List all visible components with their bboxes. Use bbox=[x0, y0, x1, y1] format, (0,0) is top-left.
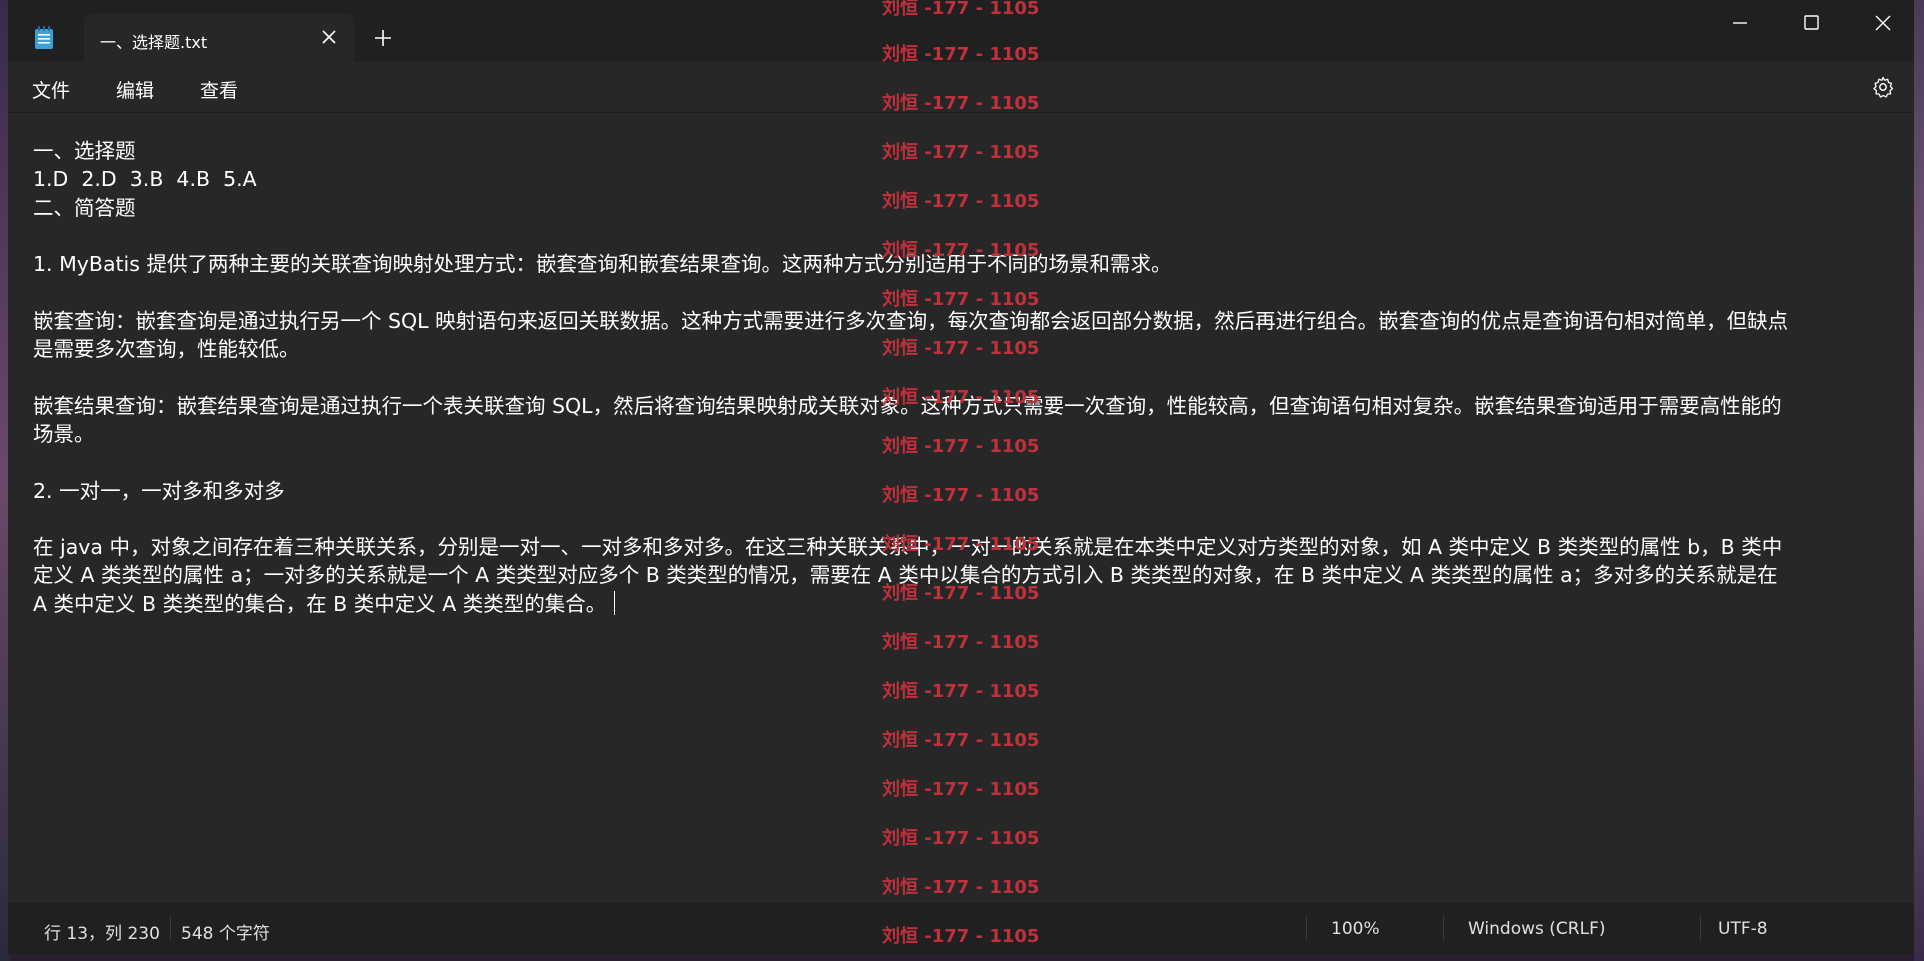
document-line: 嵌套查询：嵌套查询是通过执行另一个 SQL 映射语句来返回关联数据。这种方式需要… bbox=[33, 308, 1789, 333]
document-line: 1. MyBatis 提供了两种主要的关联查询映射处理方式：嵌套查询和嵌套结果查… bbox=[33, 252, 1172, 277]
document-line: 是需要多次查询，性能较低。 bbox=[33, 337, 300, 362]
tab-title: 一、选择题.txt bbox=[100, 33, 208, 52]
document-line: 一、选择题 bbox=[33, 139, 136, 163]
notepad-icon bbox=[35, 26, 53, 49]
text-editor[interactable]: 一、选择题 1.D 2.D 3.B 4.B 5.A 二、简答题 1. MyBat… bbox=[8, 113, 1914, 903]
minimize-icon[interactable] bbox=[1720, 10, 1760, 36]
menu-edit[interactable]: 编辑 bbox=[112, 74, 158, 105]
desktop-background-right bbox=[1914, 0, 1924, 961]
document-line: 定义 A 类类型的属性 a；一对多的关系就是一个 A 类类型对应多个 B 类类型… bbox=[33, 563, 1778, 588]
document-line: 场景。 bbox=[33, 421, 95, 446]
status-separator bbox=[1700, 915, 1701, 941]
status-bar: 行 13，列 230 548 个字符 100% Windows (CRLF) U… bbox=[8, 903, 1914, 954]
document-line: A 类中定义 B 类类型的集合，在 B 类中定义 A 类类型的集合。 bbox=[33, 591, 607, 616]
title-bar[interactable]: 一、选择题.txt bbox=[8, 0, 1914, 62]
text-caret bbox=[614, 590, 616, 615]
zoom-level[interactable]: 100% bbox=[1331, 919, 1380, 939]
cursor-position: 行 13，列 230 bbox=[44, 924, 160, 944]
gear-icon[interactable] bbox=[1871, 75, 1895, 99]
close-icon[interactable] bbox=[318, 26, 340, 48]
close-window-icon[interactable] bbox=[1863, 10, 1903, 36]
document-line: 二、简答题 bbox=[33, 195, 136, 220]
menu-view[interactable]: 查看 bbox=[196, 74, 242, 105]
document-line: 1.D 2.D 3.B 4.B 5.A bbox=[33, 167, 257, 192]
document-line: 2. 一对一，一对多和多对多 bbox=[33, 478, 285, 503]
status-separator bbox=[170, 915, 171, 941]
document-line: 嵌套结果查询：嵌套结果查询是通过执行一个表关联查询 SQL，然后将查询结果映射成… bbox=[33, 393, 1782, 418]
encoding[interactable]: UTF-8 bbox=[1718, 919, 1768, 939]
tab-document[interactable]: 一、选择题.txt bbox=[84, 14, 354, 62]
status-separator bbox=[1306, 915, 1307, 941]
character-count: 548 个字符 bbox=[181, 924, 270, 944]
menu-bar: 文件 编辑 查看 bbox=[8, 62, 1914, 112]
document-content[interactable]: 一、选择题 1.D 2.D 3.B 4.B 5.A 二、简答题 1. MyBat… bbox=[33, 137, 1908, 618]
status-separator bbox=[1443, 915, 1444, 941]
document-line: 在 java 中，对象之间存在着三种关联关系，分别是一对一、一对多和多对多。在这… bbox=[33, 535, 1783, 560]
document-last-line: A 类中定义 B 类类型的集合，在 B 类中定义 A 类类型的集合。 bbox=[33, 590, 1908, 618]
notepad-window: 一、选择题.txt 文件 编辑 查看 一、选择题 1.D 2.D 3.B 4.B… bbox=[8, 0, 1914, 954]
maximize-icon[interactable] bbox=[1791, 10, 1831, 36]
line-ending[interactable]: Windows (CRLF) bbox=[1468, 919, 1606, 939]
menu-file[interactable]: 文件 bbox=[28, 74, 74, 105]
plus-icon[interactable] bbox=[373, 28, 393, 48]
